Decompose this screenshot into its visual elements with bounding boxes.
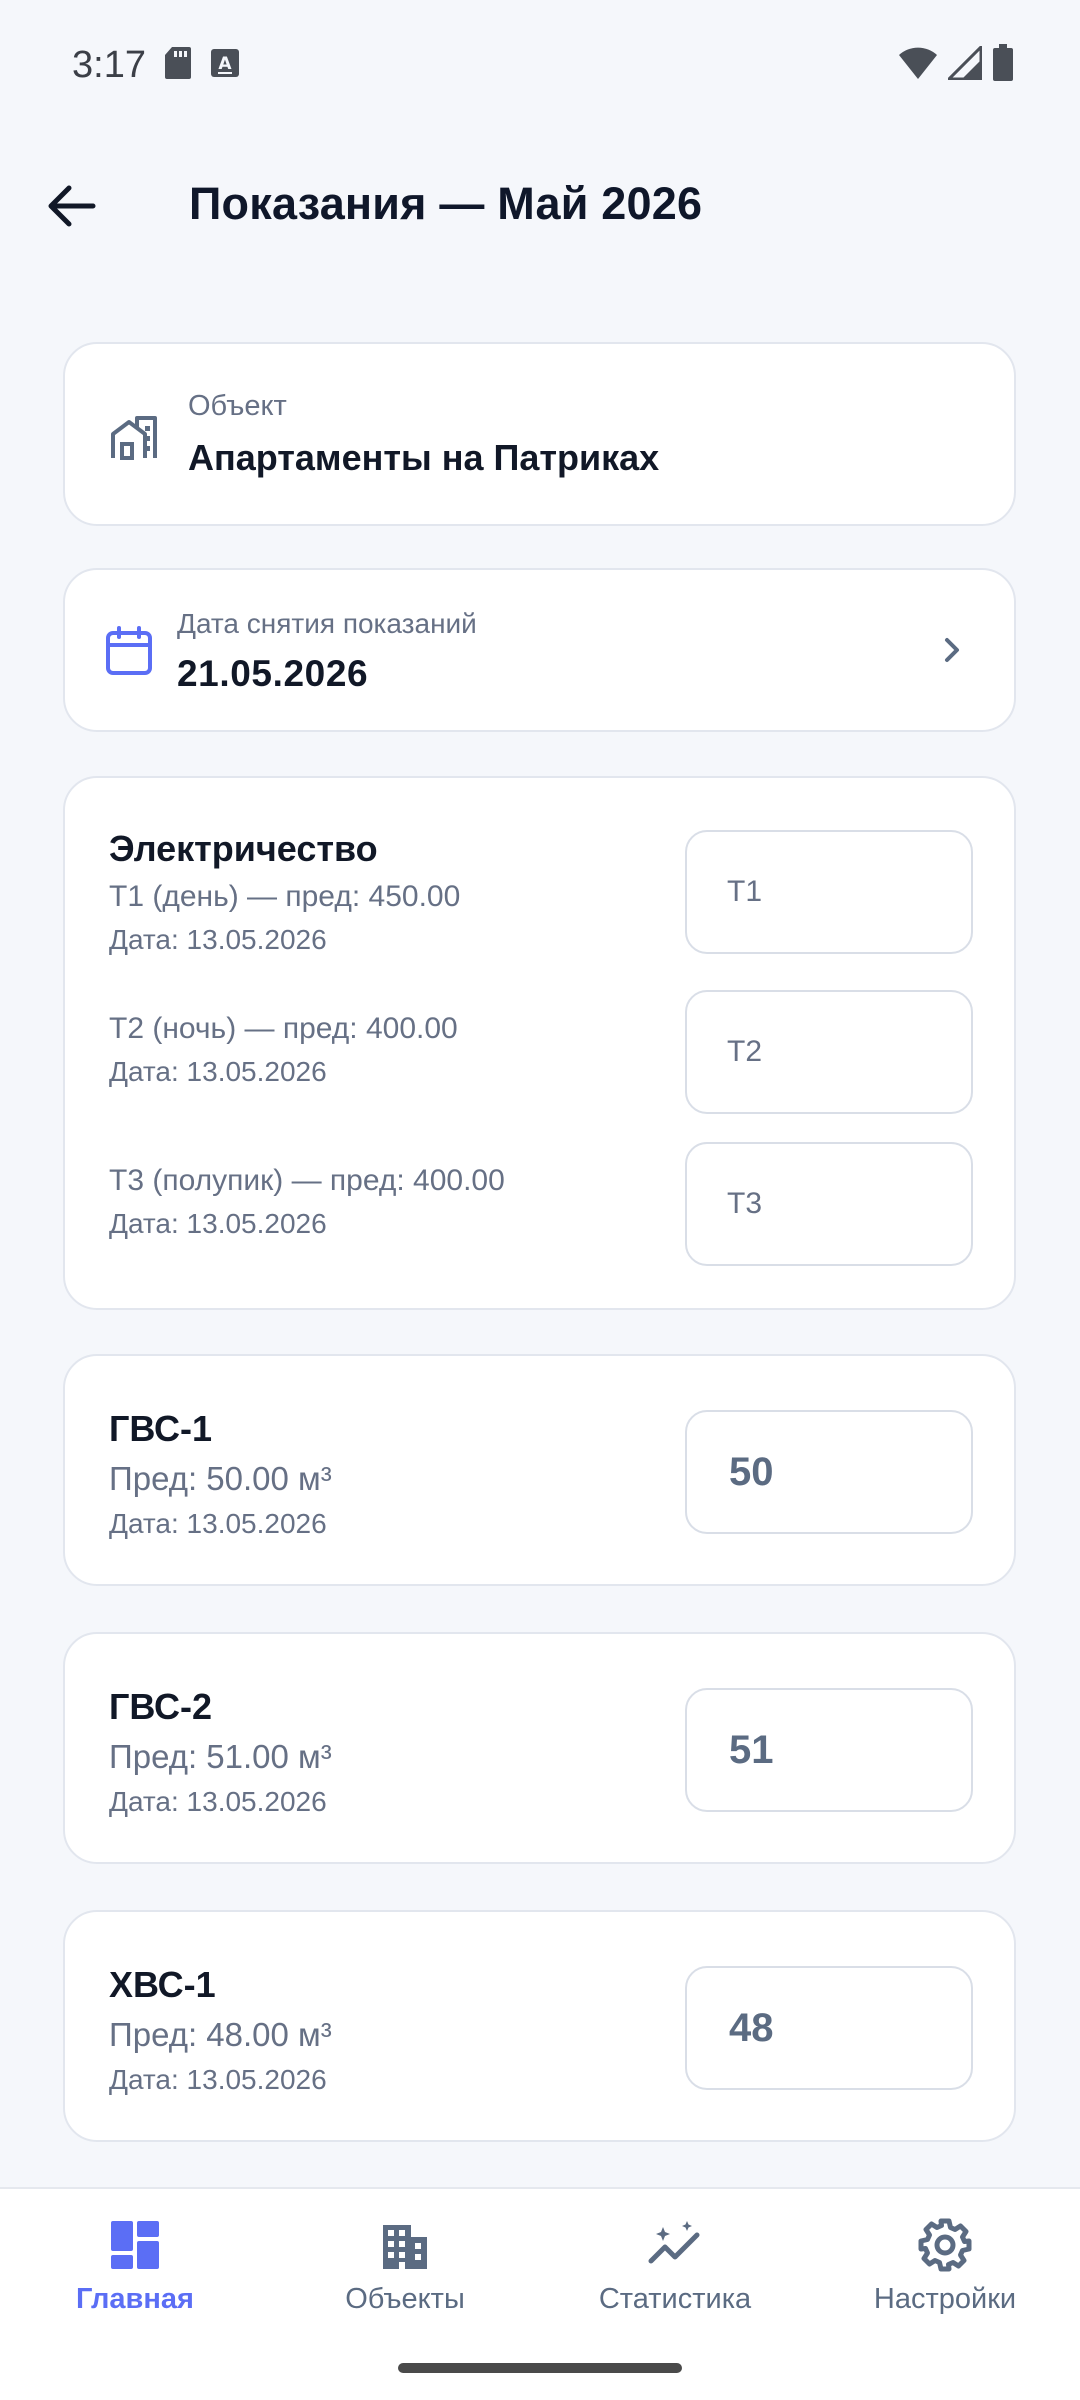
svg-text:A: A [218, 54, 232, 74]
previous-reading: Пред: 50.00 м³ [109, 1460, 332, 1497]
nav-label: Объекты [345, 2283, 465, 2315]
keyboard-a-icon: A [210, 48, 240, 83]
previous-reading: Пред: 51.00 м³ [109, 1738, 332, 1775]
gvs2-value: 51 [729, 1727, 774, 1772]
nav-label: Статистика [598, 2283, 752, 2315]
back-button[interactable] [34, 170, 110, 246]
screen: 3:17 A Показания — Май 2026 Объект Апарт… [0, 0, 1080, 2400]
tariff-date: Дата: 13.05.2026 [109, 924, 327, 955]
nav-label: Главная [76, 2283, 194, 2315]
nav-label: Настройки [873, 2283, 1017, 2315]
app-bar: Показания — Май 2026 [0, 150, 1080, 262]
page-title: Показания — Май 2026 [189, 178, 703, 229]
t3-placeholder: Т3 [727, 1187, 763, 1220]
electricity-meter-card: Электричество Т1 (день) — пред: 450.00 Д… [63, 776, 1016, 1310]
gvs1-value: 50 [729, 1449, 774, 1494]
nav-item-home[interactable]: Главная [0, 2189, 270, 2349]
reading-date: Дата: 13.05.2026 [109, 1786, 327, 1817]
reading-date-card[interactable]: Дата снятия показаний 21.05.2026 [63, 568, 1016, 732]
gvs1-meter-card: ГВС-1 Пред: 50.00 м³ Дата: 13.05.2026 50 [63, 1354, 1016, 1586]
t3-input[interactable]: Т3 [685, 1142, 973, 1266]
sd-card-icon [164, 46, 192, 85]
t1-placeholder: Т1 [727, 875, 763, 908]
reading-date: Дата: 13.05.2026 [109, 2064, 327, 2095]
object-label: Объект [188, 390, 287, 422]
home-indicator[interactable] [398, 2363, 682, 2373]
date-label: Дата снятия показаний [177, 608, 477, 639]
dashboard-icon [107, 2217, 163, 2273]
stats-icon [647, 2217, 703, 2273]
buildings-icon [109, 412, 159, 462]
settings-gear-icon [917, 2217, 973, 2273]
meter-title: Электричество [109, 828, 378, 869]
calendar-icon [105, 626, 153, 676]
nav-item-statistics[interactable]: Статистика [540, 2189, 810, 2349]
meter-title: ГВС-1 [109, 1408, 213, 1449]
gvs2-meter-card: ГВС-2 Пред: 51.00 м³ Дата: 13.05.2026 51 [63, 1632, 1016, 1864]
tariff-date: Дата: 13.05.2026 [109, 1208, 327, 1239]
signal-icon [945, 42, 983, 85]
tariff-label: Т3 (полупик) — пред: 400.00 [109, 1164, 505, 1197]
date-value: 21.05.2026 [177, 653, 369, 694]
building-icon [377, 2217, 433, 2273]
tariff-date: Дата: 13.05.2026 [109, 1056, 327, 1087]
nav-item-settings[interactable]: Настройки [810, 2189, 1080, 2349]
object-card[interactable]: Объект Апартаменты на Патриках [63, 342, 1016, 526]
wifi-icon [898, 46, 938, 85]
reading-date: Дата: 13.05.2026 [109, 1508, 327, 1539]
meter-title: ГВС-2 [109, 1686, 213, 1727]
status-bar: 3:17 A [0, 0, 1080, 130]
chevron-right-icon [932, 630, 972, 670]
arrow-left-icon [47, 184, 97, 233]
tariff-label: Т1 (день) — пред: 450.00 [109, 880, 461, 913]
tariff-label: Т2 (ночь) — пред: 400.00 [109, 1012, 458, 1045]
nav-item-objects[interactable]: Объекты [270, 2189, 540, 2349]
hvs1-input[interactable]: 48 [685, 1966, 973, 2090]
battery-icon [992, 43, 1014, 87]
status-time: 3:17 [72, 43, 146, 86]
meter-title: ХВС-1 [109, 1964, 216, 2005]
previous-reading: Пред: 48.00 м³ [109, 2016, 332, 2053]
gvs1-input[interactable]: 50 [685, 1410, 973, 1534]
gvs2-input[interactable]: 51 [685, 1688, 973, 1812]
hvs1-meter-card: ХВС-1 Пред: 48.00 м³ Дата: 13.05.2026 48 [63, 1910, 1016, 2142]
t1-input[interactable]: Т1 [685, 830, 973, 954]
object-name: Апартаменты на Патриках [188, 437, 660, 478]
t2-placeholder: Т2 [727, 1035, 763, 1068]
t2-input[interactable]: Т2 [685, 990, 973, 1114]
hvs1-value: 48 [729, 2005, 774, 2050]
